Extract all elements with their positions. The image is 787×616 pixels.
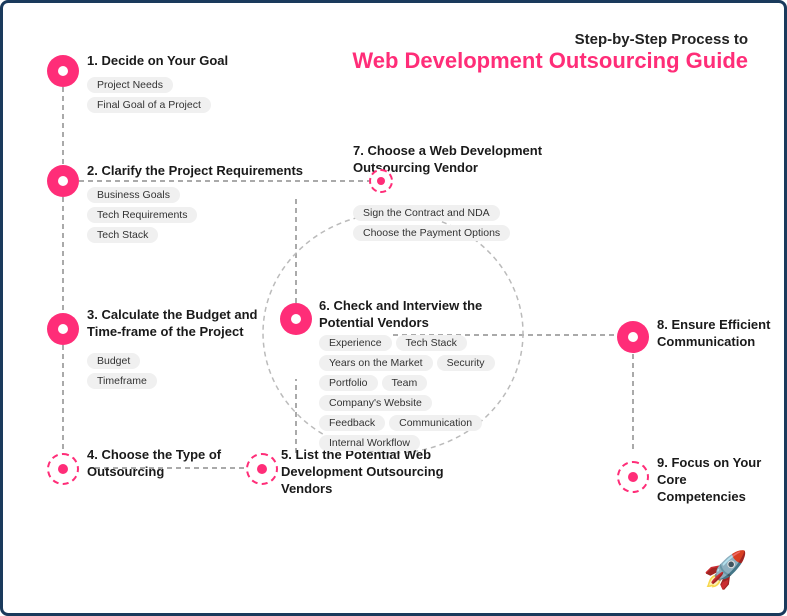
step6-circle [280, 303, 312, 335]
tag-payment: Choose the Payment Options [353, 225, 510, 241]
step7-circle [369, 169, 393, 193]
tag-tech-req: Tech Requirements [87, 207, 197, 223]
tag-budget: Budget [87, 353, 140, 369]
step2-circle [47, 165, 79, 197]
step7-tags: Sign the Contract and NDA Choose the Pay… [351, 203, 512, 243]
tag-tech-stack-6: Tech Stack [396, 335, 467, 351]
step6-label: 6. Check and Interview thePotential Vend… [319, 298, 482, 332]
step6-tags: ExperienceTech Stack Years on the Market… [317, 333, 497, 453]
tag-years: Years on the Market [319, 355, 433, 371]
header-title: Web Development Outsourcing Guide [352, 48, 748, 74]
tag-feedback: Feedback [319, 415, 385, 431]
step1-dot [58, 66, 68, 76]
step3-dot [58, 324, 68, 334]
step9-label: 9. Focus on Your Core Competencies [657, 455, 777, 506]
step3-tags: Budget Timeframe [85, 351, 159, 391]
tag-business-goals: Business Goals [87, 187, 180, 203]
header-subtitle: Step-by-Step Process to [352, 31, 748, 48]
tag-portfolio: Portfolio [319, 375, 378, 391]
step8-circle [617, 321, 649, 353]
step9-circle [617, 461, 649, 493]
step2-tags: Business Goals Tech Requirements Tech St… [85, 185, 199, 245]
step8-dot [628, 332, 638, 342]
tag-company-website: Company's Website [319, 395, 432, 411]
tag-experience: Experience [319, 335, 392, 351]
step5-dot [257, 464, 267, 474]
step3-circle [47, 313, 79, 345]
tag-project-needs: Project Needs [87, 77, 173, 93]
step1-label: 1. Decide on Your Goal [87, 53, 228, 70]
tag-final-goal: Final Goal of a Project [87, 97, 211, 113]
step8-label: 8. Ensure Efficient Communication [657, 317, 777, 351]
rocket-icon: 🚀 [703, 549, 748, 591]
tag-sign-contract: Sign the Contract and NDA [353, 205, 500, 221]
step2-dot [58, 176, 68, 186]
tag-timeframe: Timeframe [87, 373, 157, 389]
step9-dot [628, 472, 638, 482]
tag-internal-workflow: Internal Workflow [319, 435, 420, 451]
step2-label: 2. Clarify the Project Requirements [87, 163, 303, 180]
header: Step-by-Step Process to Web Development … [352, 31, 748, 74]
step3-label: 3. Calculate the Budget andTime-frame of… [87, 307, 258, 341]
tag-tech-stack-2: Tech Stack [87, 227, 158, 243]
tag-security: Security [437, 355, 495, 371]
step4-label: 4. Choose the Type of Outsourcing [87, 447, 227, 481]
step1-tags: Project Needs Final Goal of a Project [85, 75, 213, 115]
page-container: Step-by-Step Process to Web Development … [0, 0, 787, 616]
tag-communication: Communication [389, 415, 482, 431]
step1-circle [47, 55, 79, 87]
step4-circle [47, 453, 79, 485]
step7-dot [377, 177, 385, 185]
step4-dot [58, 464, 68, 474]
tag-team: Team [382, 375, 428, 391]
step5-circle [246, 453, 278, 485]
step5-label: 5. List the Potential WebDevelopment Out… [281, 447, 481, 498]
step6-dot [291, 314, 301, 324]
